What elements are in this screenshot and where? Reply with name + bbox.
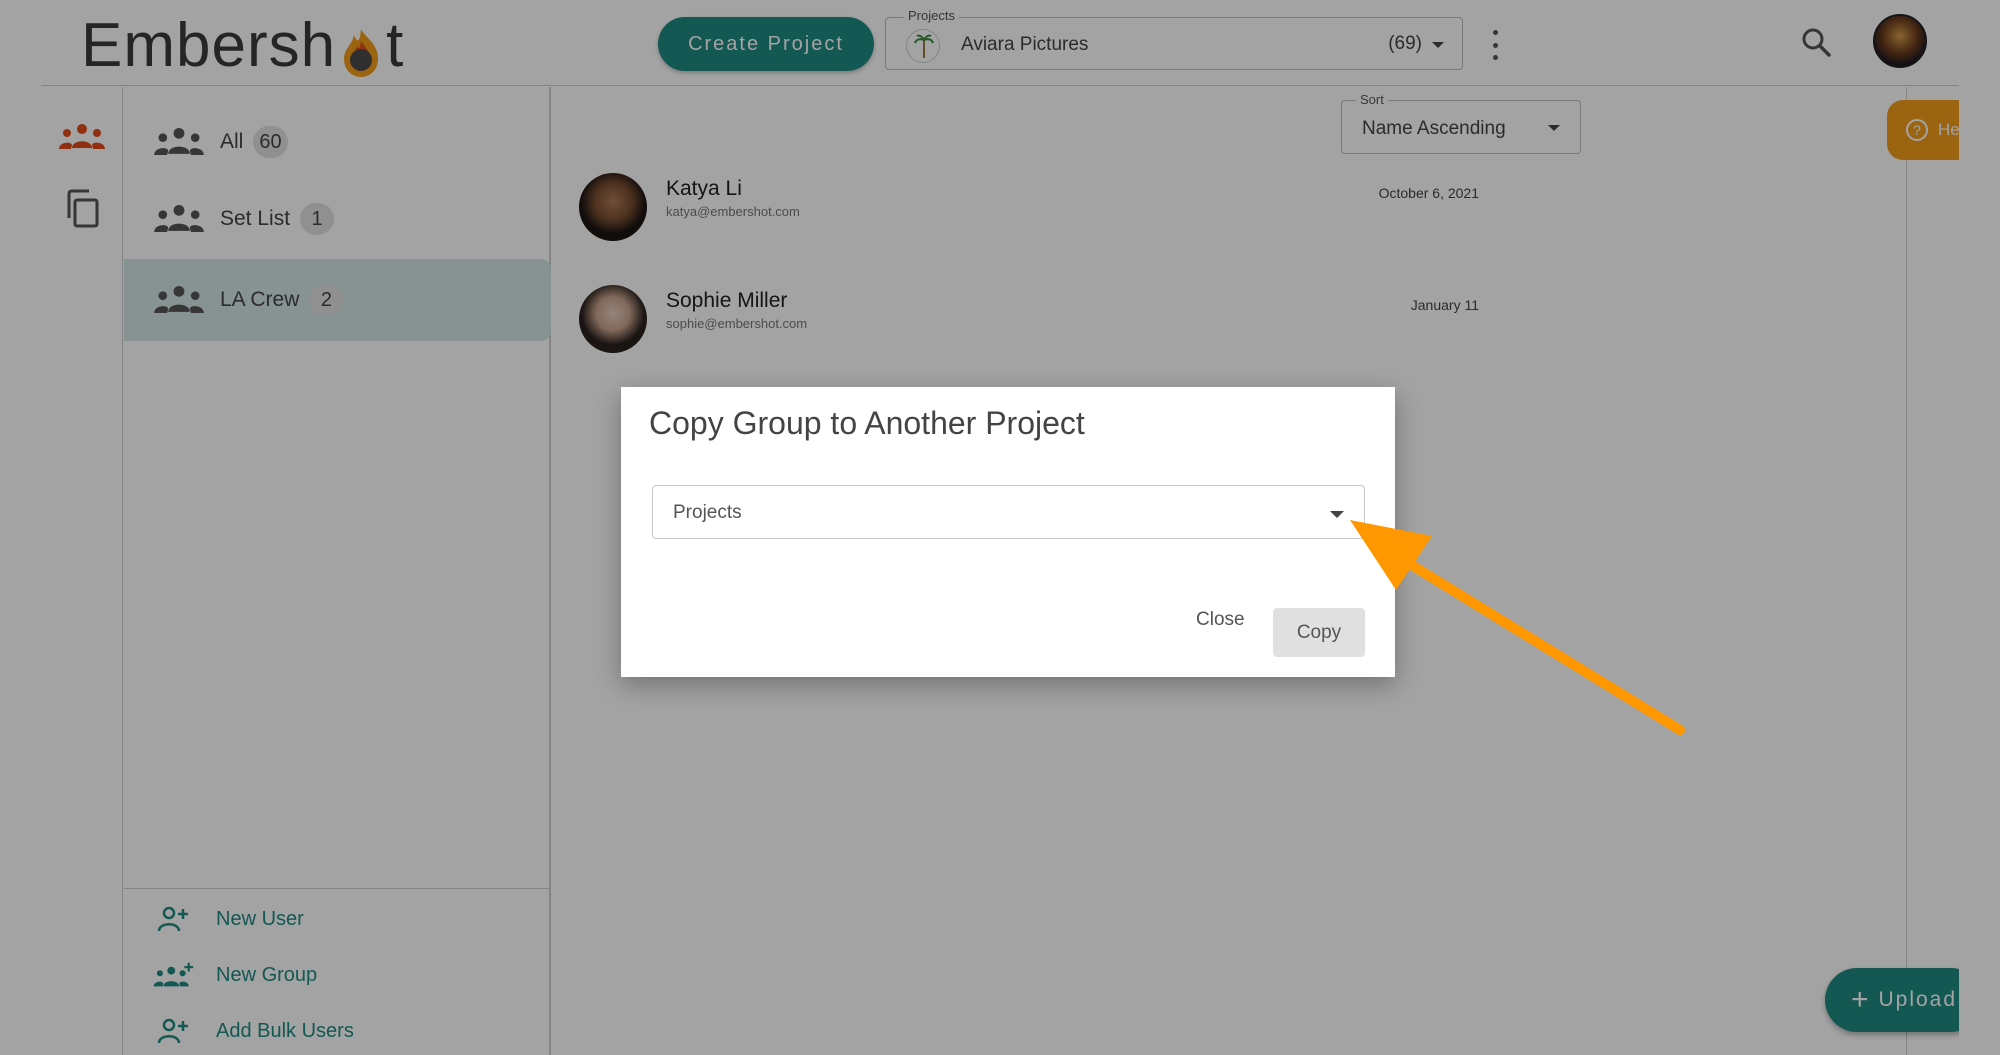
projects-dropdown[interactable]: Projects <box>652 485 1365 539</box>
copy-button[interactable]: Copy <box>1273 608 1365 657</box>
copy-group-dialog: Copy Group to Another Project Projects C… <box>621 387 1395 677</box>
chevron-down-icon <box>1330 511 1344 518</box>
close-button[interactable]: Close <box>1196 609 1245 631</box>
projects-dropdown-placeholder: Projects <box>673 502 742 523</box>
dialog-title: Copy Group to Another Project <box>649 405 1085 441</box>
